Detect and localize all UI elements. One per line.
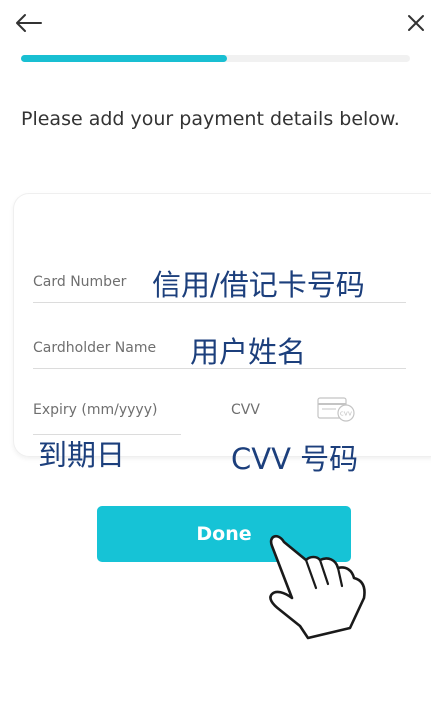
intro-text: Please add your payment details below. (21, 108, 400, 130)
progress-fill (21, 55, 228, 62)
expiry-field[interactable]: Expiry (mm/yyyy) (33, 394, 181, 436)
cardholder-name-placeholder: Cardholder Name (33, 340, 157, 356)
card-number-annotation: 信用/借记卡号码 (152, 268, 365, 302)
expiry-placeholder: Expiry (mm/yyyy) (33, 402, 158, 418)
hand-pointer-icon (269, 534, 366, 640)
card-number-placeholder: Card Number (33, 274, 127, 290)
arrow-left-icon[interactable] (14, 10, 44, 36)
expiry-annotation: 到期日 (38, 438, 126, 472)
cvv-annotation: CVV 号码 (231, 442, 359, 476)
close-icon[interactable] (403, 10, 429, 36)
top-bar (0, 0, 431, 44)
svg-text:cvv: cvv (340, 410, 352, 418)
cardholder-name-annotation: 用户姓名 (190, 335, 307, 369)
progress-bar (21, 55, 410, 62)
card-cvv-icon: cvv (317, 397, 355, 422)
cvv-placeholder: CVV (231, 402, 260, 418)
